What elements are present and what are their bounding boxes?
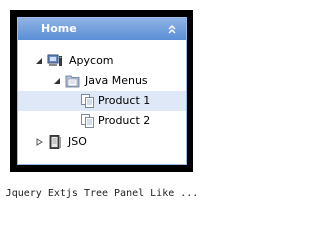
- tree-node-java-menus[interactable]: Java Menus: [18, 71, 186, 91]
- documents-icon: [81, 114, 94, 128]
- tree-node-label: Product 1: [98, 94, 151, 107]
- collapsed-arrow-icon[interactable]: [35, 138, 43, 146]
- documents-icon: [81, 94, 94, 108]
- folder-icon: [65, 75, 80, 88]
- tree-node-label: Product 2: [98, 114, 151, 127]
- book-icon: [49, 135, 61, 149]
- collapse-icon[interactable]: [166, 23, 178, 35]
- tree-node-product-1[interactable]: Product 1: [18, 91, 186, 111]
- tree-node-jso[interactable]: JSO: [18, 132, 186, 152]
- tree-node-label: Apycom: [69, 54, 114, 67]
- tree-panel: Home Apycom Java Menus Product 1 Product…: [17, 17, 187, 165]
- panel-title: Home: [41, 22, 77, 35]
- panel-header[interactable]: Home: [18, 18, 186, 40]
- tree-node-product-2[interactable]: Product 2: [18, 111, 186, 131]
- tree-node-label: JSO: [68, 135, 87, 148]
- computer-icon: [47, 54, 62, 66]
- expanded-arrow-icon[interactable]: [53, 77, 61, 85]
- tree-node-label: Java Menus: [85, 74, 148, 87]
- tree-node-apycom[interactable]: Apycom: [18, 51, 186, 71]
- caption-link[interactable]: Jquery Extjs Tree Panel Like ...: [0, 188, 204, 199]
- expanded-arrow-icon[interactable]: [35, 57, 43, 65]
